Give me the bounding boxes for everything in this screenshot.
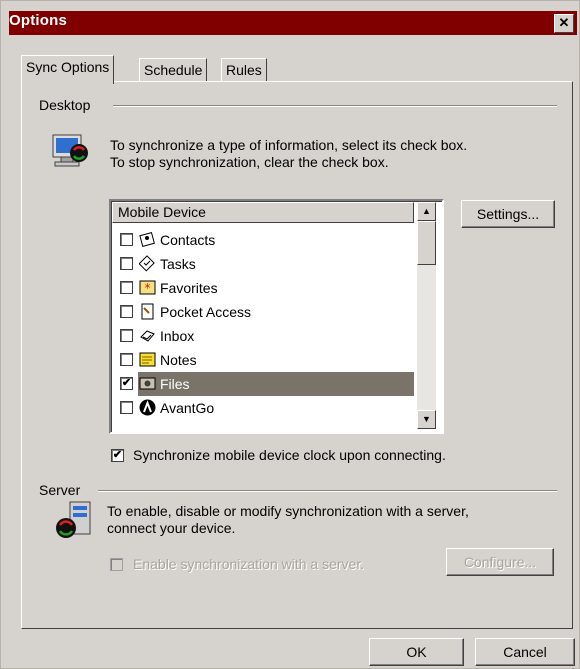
tab-rules[interactable]: Rules [221, 58, 267, 83]
server-group-divider [98, 490, 557, 492]
pocket-access-icon [141, 303, 154, 320]
files-checkbox[interactable]: ✔ [120, 377, 133, 390]
options-dialog: Options ✕ Sync Options Schedule Rules De… [0, 0, 580, 669]
enable-server-sync-label[interactable]: Enable synchronization with a server. [133, 556, 364, 573]
avantgo-icon [139, 399, 156, 416]
tasks-icon [139, 255, 155, 272]
server-sync-icon [56, 501, 91, 538]
clock-sync-checkbox[interactable]: ✔ [111, 449, 124, 462]
desktop-instruction-line2: To stop synchronization, clear the check… [110, 154, 389, 170]
inbox-checkbox[interactable] [120, 329, 133, 342]
contacts-checkbox[interactable] [120, 233, 133, 246]
tab-schedule[interactable]: Schedule [139, 58, 208, 83]
list-scrollbar[interactable]: ▲ ▼ [417, 202, 436, 429]
enable-server-sync-checkbox[interactable] [110, 558, 123, 571]
arrow-up-icon: ▲ [422, 206, 431, 216]
list-item-contacts[interactable]: Contacts [112, 228, 414, 252]
close-button[interactable]: ✕ [554, 14, 574, 33]
close-icon: ✕ [558, 15, 570, 30]
contacts-icon [139, 232, 155, 247]
notes-checkbox[interactable] [120, 353, 133, 366]
desktop-group-label: Desktop [39, 97, 97, 113]
arrow-down-icon: ▼ [422, 414, 431, 424]
title-bar: Options ✕ [9, 11, 577, 35]
scroll-down-button[interactable]: ▼ [417, 410, 436, 429]
list-header-mobile-device[interactable]: Mobile Device [112, 202, 414, 223]
list-item-files[interactable]: ✔ Files [112, 372, 414, 396]
scroll-thumb[interactable] [417, 221, 436, 265]
tasks-checkbox[interactable] [120, 257, 133, 270]
list-item-inbox[interactable]: Inbox [112, 324, 414, 348]
server-instruction-line2: connect your device. [107, 520, 236, 536]
favorites-checkbox[interactable] [120, 281, 133, 294]
list-item-tasks[interactable]: Tasks [112, 252, 414, 276]
desktop-instruction-line1: To synchronize a type of information, se… [110, 137, 468, 153]
dialog-title: Options [9, 12, 68, 29]
favorites-icon: * [139, 280, 156, 295]
notes-icon [139, 352, 156, 367]
list-item-favorites[interactable]: * Favorites [112, 276, 414, 300]
tab-sync-options[interactable]: Sync Options [21, 55, 115, 84]
scroll-up-button[interactable]: ▲ [417, 202, 436, 221]
configure-button[interactable]: Configure... [446, 548, 554, 576]
svg-text:*: * [145, 281, 151, 295]
list-item-notes[interactable]: Notes [112, 348, 414, 372]
sync-desktop-icon [52, 134, 88, 167]
ok-button[interactable]: OK [369, 638, 464, 666]
pocket-access-checkbox[interactable] [120, 305, 133, 318]
cancel-button[interactable]: Cancel [475, 638, 575, 666]
desktop-group-divider [113, 105, 557, 107]
settings-button[interactable]: Settings... [461, 200, 555, 228]
mobile-device-list[interactable]: Mobile Device Contacts Tasks * Favorites… [109, 199, 444, 434]
list-item-avantgo[interactable]: AvantGo [112, 396, 414, 420]
inbox-icon [140, 330, 155, 342]
avantgo-checkbox[interactable] [120, 401, 133, 414]
server-instruction-line1: To enable, disable or modify synchroniza… [107, 503, 469, 519]
files-icon [139, 377, 156, 390]
server-group-label: Server [39, 482, 87, 498]
clock-sync-label[interactable]: Synchronize mobile device clock upon con… [133, 447, 446, 464]
list-item-pocket-access[interactable]: Pocket Access [112, 300, 414, 324]
